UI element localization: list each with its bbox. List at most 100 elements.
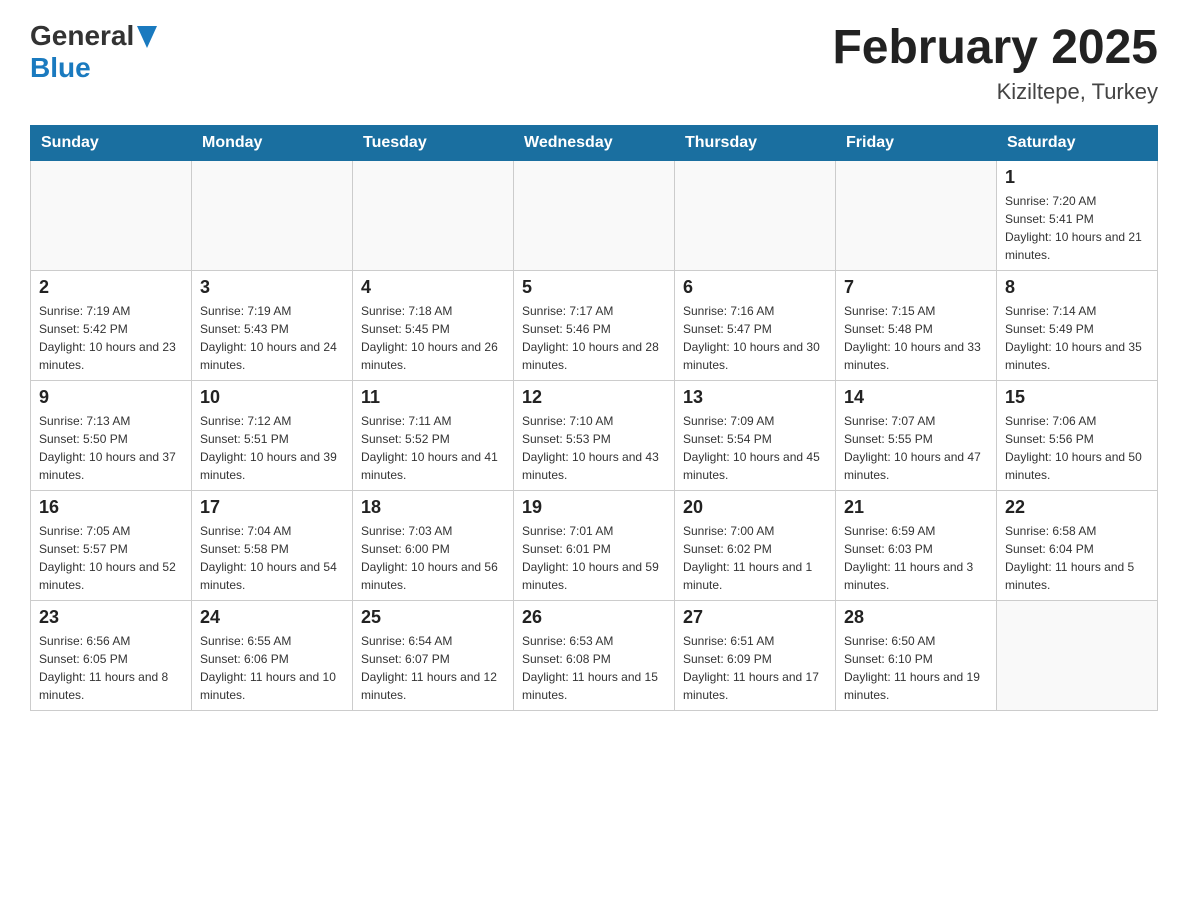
logo-blue-text: Blue — [30, 52, 91, 84]
day-info: Sunrise: 7:18 AMSunset: 5:45 PMDaylight:… — [361, 302, 505, 374]
table-row: 16 Sunrise: 7:05 AMSunset: 5:57 PMDayligh… — [31, 491, 192, 601]
table-row: 15Sunrise: 7:06 AMSunset: 5:56 PMDayligh… — [997, 381, 1158, 491]
day-number: 20 — [683, 497, 827, 518]
table-row: 12Sunrise: 7:10 AMSunset: 5:53 PMDayligh… — [514, 381, 675, 491]
table-row: 11 Sunrise: 7:11 AMSunset: 5:52 PMDayligh… — [353, 381, 514, 491]
page-header: General Blue February 2025 Kiziltepe, Tu… — [30, 20, 1158, 105]
col-friday: Friday — [836, 126, 997, 161]
table-row: 8Sunrise: 7:14 AMSunset: 5:49 PMDaylight… — [997, 271, 1158, 381]
day-number: 16 — [39, 497, 183, 518]
table-row — [192, 161, 353, 271]
title-area: February 2025 Kiziltepe, Turkey — [832, 20, 1158, 105]
day-info: Sunrise: 7:04 AMSunset: 5:58 PMDaylight:… — [200, 522, 344, 594]
table-row: 26Sunrise: 6:53 AMSunset: 6:08 PMDayligh… — [514, 601, 675, 711]
day-info: Sunrise: 7:06 AMSunset: 5:56 PMDaylight:… — [1005, 412, 1149, 484]
day-number: 9 — [39, 387, 183, 408]
day-number: 2 — [39, 277, 183, 298]
table-row: 4Sunrise: 7:18 AMSunset: 5:45 PMDaylight… — [353, 271, 514, 381]
table-row: 5Sunrise: 7:17 AMSunset: 5:46 PMDaylight… — [514, 271, 675, 381]
day-info: Sunrise: 7:05 AMSunset: 5:57 PMDaylight:… — [39, 522, 183, 594]
calendar-week-row: 23 Sunrise: 6:56 AMSunset: 6:05 PMDayligh… — [31, 601, 1158, 711]
day-info: Sunrise: 6:56 AMSunset: 6:05 PMDaylight:… — [39, 632, 183, 704]
logo-triangle-icon — [137, 26, 157, 48]
day-info: Sunrise: 6:58 AMSunset: 6:04 PMDaylight:… — [1005, 522, 1149, 594]
table-row: 24 Sunrise: 6:55 AMSunset: 6:06 PMDayligh… — [192, 601, 353, 711]
day-info: Sunrise: 7:16 AMSunset: 5:47 PMDaylight:… — [683, 302, 827, 374]
day-number: 18 — [361, 497, 505, 518]
table-row: 23 Sunrise: 6:56 AMSunset: 6:05 PMDayligh… — [31, 601, 192, 711]
table-row: 6Sunrise: 7:16 AMSunset: 5:47 PMDaylight… — [675, 271, 836, 381]
day-info: Sunrise: 6:50 AMSunset: 6:10 PMDaylight:… — [844, 632, 988, 704]
col-wednesday: Wednesday — [514, 126, 675, 161]
logo-general-text: General — [30, 20, 134, 52]
day-number: 23 — [39, 607, 183, 628]
day-info: Sunrise: 7:10 AMSunset: 5:53 PMDaylight:… — [522, 412, 666, 484]
day-number: 1 — [1005, 167, 1149, 188]
day-number: 7 — [844, 277, 988, 298]
day-number: 10 — [200, 387, 344, 408]
col-saturday: Saturday — [997, 126, 1158, 161]
table-row: 18 Sunrise: 7:03 AMSunset: 6:00 PMDayligh… — [353, 491, 514, 601]
table-row: 3 Sunrise: 7:19 AMSunset: 5:43 PMDaylight… — [192, 271, 353, 381]
table-row — [675, 161, 836, 271]
day-number: 3 — [200, 277, 344, 298]
day-info: Sunrise: 7:17 AMSunset: 5:46 PMDaylight:… — [522, 302, 666, 374]
table-row — [514, 161, 675, 271]
day-info: Sunrise: 6:55 AMSunset: 6:06 PMDaylight:… — [200, 632, 344, 704]
col-monday: Monday — [192, 126, 353, 161]
day-number: 26 — [522, 607, 666, 628]
day-info: Sunrise: 7:14 AMSunset: 5:49 PMDaylight:… — [1005, 302, 1149, 374]
calendar-week-row: 9 Sunrise: 7:13 AMSunset: 5:50 PMDaylight… — [31, 381, 1158, 491]
location-subtitle: Kiziltepe, Turkey — [832, 79, 1158, 105]
day-info: Sunrise: 6:59 AMSunset: 6:03 PMDaylight:… — [844, 522, 988, 594]
calendar-week-row: 16 Sunrise: 7:05 AMSunset: 5:57 PMDayligh… — [31, 491, 1158, 601]
table-row: 1 Sunrise: 7:20 AMSunset: 5:41 PMDaylight… — [997, 161, 1158, 271]
col-sunday: Sunday — [31, 126, 192, 161]
day-number: 22 — [1005, 497, 1149, 518]
day-info: Sunrise: 7:13 AMSunset: 5:50 PMDaylight:… — [39, 412, 183, 484]
day-number: 13 — [683, 387, 827, 408]
day-info: Sunrise: 7:12 AMSunset: 5:51 PMDaylight:… — [200, 412, 344, 484]
col-tuesday: Tuesday — [353, 126, 514, 161]
table-row: 2 Sunrise: 7:19 AMSunset: 5:42 PMDaylight… — [31, 271, 192, 381]
day-info: Sunrise: 7:07 AMSunset: 5:55 PMDaylight:… — [844, 412, 988, 484]
table-row: 17 Sunrise: 7:04 AMSunset: 5:58 PMDayligh… — [192, 491, 353, 601]
day-info: Sunrise: 7:11 AMSunset: 5:52 PMDaylight:… — [361, 412, 505, 484]
table-row — [353, 161, 514, 271]
day-info: Sunrise: 7:01 AMSunset: 6:01 PMDaylight:… — [522, 522, 666, 594]
day-info: Sunrise: 6:54 AMSunset: 6:07 PMDaylight:… — [361, 632, 505, 704]
day-number: 25 — [361, 607, 505, 628]
table-row — [997, 601, 1158, 711]
day-number: 28 — [844, 607, 988, 628]
table-row: 10 Sunrise: 7:12 AMSunset: 5:51 PMDayligh… — [192, 381, 353, 491]
calendar-header-row: Sunday Monday Tuesday Wednesday Thursday… — [31, 126, 1158, 161]
day-info: Sunrise: 7:15 AMSunset: 5:48 PMDaylight:… — [844, 302, 988, 374]
table-row: 13 Sunrise: 7:09 AMSunset: 5:54 PMDayligh… — [675, 381, 836, 491]
day-number: 27 — [683, 607, 827, 628]
table-row: 9 Sunrise: 7:13 AMSunset: 5:50 PMDaylight… — [31, 381, 192, 491]
day-number: 11 — [361, 387, 505, 408]
day-info: Sunrise: 7:20 AMSunset: 5:41 PMDaylight:… — [1005, 192, 1149, 264]
day-number: 24 — [200, 607, 344, 628]
table-row — [31, 161, 192, 271]
calendar-title: February 2025 — [832, 20, 1158, 75]
day-info: Sunrise: 7:09 AMSunset: 5:54 PMDaylight:… — [683, 412, 827, 484]
table-row: 14 Sunrise: 7:07 AMSunset: 5:55 PMDayligh… — [836, 381, 997, 491]
day-info: Sunrise: 7:19 AMSunset: 5:42 PMDaylight:… — [39, 302, 183, 374]
table-row: 7 Sunrise: 7:15 AMSunset: 5:48 PMDaylight… — [836, 271, 997, 381]
day-number: 14 — [844, 387, 988, 408]
table-row: 27 Sunrise: 6:51 AMSunset: 6:09 PMDayligh… — [675, 601, 836, 711]
day-info: Sunrise: 7:19 AMSunset: 5:43 PMDaylight:… — [200, 302, 344, 374]
table-row: 20Sunrise: 7:00 AMSunset: 6:02 PMDayligh… — [675, 491, 836, 601]
col-thursday: Thursday — [675, 126, 836, 161]
day-info: Sunrise: 6:51 AMSunset: 6:09 PMDaylight:… — [683, 632, 827, 704]
table-row: 22 Sunrise: 6:58 AMSunset: 6:04 PMDayligh… — [997, 491, 1158, 601]
day-number: 17 — [200, 497, 344, 518]
calendar-week-row: 1 Sunrise: 7:20 AMSunset: 5:41 PMDaylight… — [31, 161, 1158, 271]
table-row: 19Sunrise: 7:01 AMSunset: 6:01 PMDayligh… — [514, 491, 675, 601]
day-info: Sunrise: 7:03 AMSunset: 6:00 PMDaylight:… — [361, 522, 505, 594]
table-row: 25 Sunrise: 6:54 AMSunset: 6:07 PMDayligh… — [353, 601, 514, 711]
day-number: 21 — [844, 497, 988, 518]
calendar-week-row: 2 Sunrise: 7:19 AMSunset: 5:42 PMDaylight… — [31, 271, 1158, 381]
table-row: 28 Sunrise: 6:50 AMSunset: 6:10 PMDayligh… — [836, 601, 997, 711]
